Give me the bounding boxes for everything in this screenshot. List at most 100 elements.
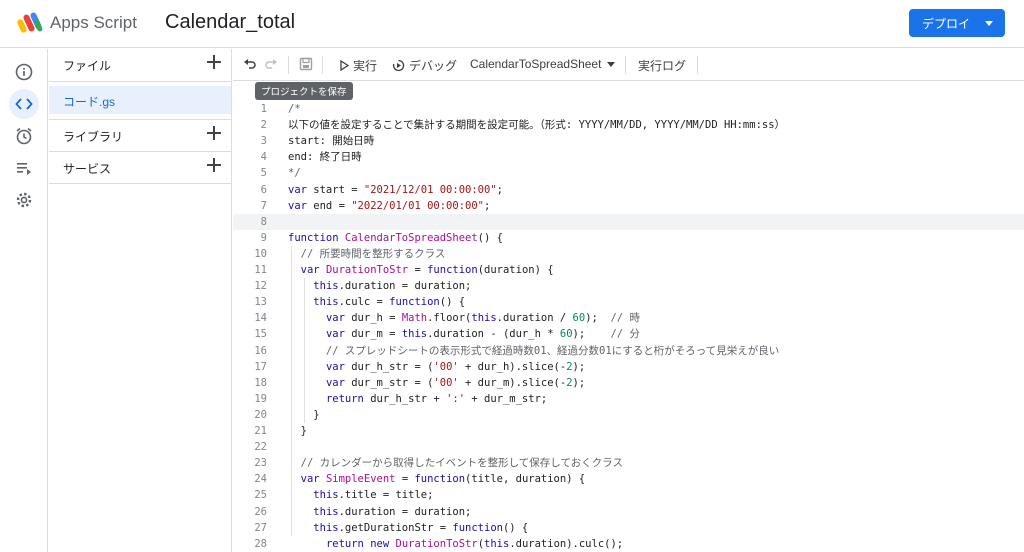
redo-icon[interactable] <box>264 57 278 71</box>
code-line[interactable]: 26 this.duration = duration; <box>233 504 1024 520</box>
line-number: 24 <box>254 473 267 486</box>
line-number: 1 <box>260 103 267 115</box>
code-line[interactable]: 3 start: 開始日時 <box>233 133 1024 149</box>
files-label: ファイル <box>63 59 112 73</box>
line-number: 15 <box>254 328 267 341</box>
code-line[interactable]: 18 var dur_m_str = ('00' + dur_m).slice(… <box>233 375 1024 391</box>
line-number: 11 <box>254 264 267 276</box>
debug-icon <box>392 59 405 72</box>
debug-label: デバッグ <box>409 59 458 73</box>
undo-icon[interactable] <box>243 57 257 71</box>
debug-button[interactable]: デバッグ <box>392 57 457 74</box>
code-line[interactable]: 10 // 所要時間を整形するクラス <box>233 246 1024 262</box>
line-number: 21 <box>254 425 267 437</box>
code-line[interactable]: 2 以下の値を設定することで集計する期間を設定可能。（形式: YYYY/MM/DD… <box>233 117 1024 133</box>
line-number: 22 <box>254 441 267 454</box>
line-text: */ <box>288 167 301 180</box>
line-text: this.culc = function() { <box>313 296 466 309</box>
line-number: 3 <box>260 135 267 148</box>
line-number: 4 <box>260 151 267 164</box>
code-line[interactable]: 4 end: 終了日時 <box>233 149 1024 165</box>
files-panel: ファイル コード.gs ライブラリ サービス <box>49 49 232 552</box>
line-text: var dur_m_str = ('00' + dur_m).slice(-2)… <box>325 376 586 389</box>
toolbar-separator <box>697 56 698 74</box>
line-text: this.title = title; <box>313 489 434 502</box>
divider <box>49 81 231 82</box>
code-line[interactable]: 9 function CalendarToSpreadSheet() { <box>233 230 1024 246</box>
run-button[interactable]: 実行 <box>339 57 377 74</box>
line-text: this.duration = duration; <box>313 505 472 518</box>
line-number: 19 <box>254 392 267 405</box>
settings-gear-icon[interactable] <box>9 185 39 215</box>
app-name[interactable]: Apps Script <box>50 13 137 33</box>
line-text: var dur_h = Math.floor(this.duration / 6… <box>325 312 640 325</box>
line-text: // 所要時間を整形するクラス <box>288 247 446 260</box>
line-text: end: 終了日時 <box>288 151 362 164</box>
code-line[interactable]: 21 } <box>233 423 1024 439</box>
function-select[interactable]: CalendarToSpreadSheet <box>470 57 616 71</box>
toolbar-separator <box>288 56 289 74</box>
line-text: this.getDurationStr = function() { <box>313 521 529 534</box>
code-line[interactable]: 11 var DurationToStr = function(duration… <box>233 262 1024 278</box>
file-item-code-gs[interactable]: コード.gs <box>49 86 231 114</box>
line-text: var dur_h_str = ('00' + dur_h).slice(-2)… <box>325 360 586 373</box>
triggers-alarm-icon[interactable] <box>9 121 39 151</box>
line-number: 25 <box>254 489 267 502</box>
code-line[interactable]: 23 // カレンダーから取得したイベントを整形して保存しておくクラス <box>233 455 1024 471</box>
code-line[interactable]: 12 this.duration = duration; <box>233 278 1024 294</box>
function-name: CalendarToSpreadSheet <box>470 57 602 71</box>
app-header: Apps Script Calendar_total デプロイ <box>0 0 1024 48</box>
code-line[interactable]: 25 this.title = title; <box>233 487 1024 503</box>
line-text: var SimpleEvent = function(title, durati… <box>300 473 586 486</box>
executions-list-icon[interactable] <box>9 153 39 183</box>
code-line[interactable]: 16 // スプレッドシートの表示形式で経過時数01、経過分数01にすると桁がそ… <box>233 343 1024 359</box>
code-line[interactable]: 6 var start = "2021/12/01 00:00:00"; <box>233 182 1024 198</box>
overview-info-icon[interactable] <box>9 57 39 87</box>
code-line[interactable]: 28 return new DurationToStr(this.duratio… <box>233 536 1024 552</box>
indent-guide <box>291 245 292 536</box>
line-number: 23 <box>254 457 267 470</box>
line-number: 28 <box>254 537 267 550</box>
line-number: 14 <box>254 312 267 325</box>
code-line[interactable]: 13 this.culc = function() { <box>233 294 1024 310</box>
line-text: // カレンダーから取得したイベントを整形して保存しておくクラス <box>288 457 623 470</box>
line-text: return dur_h_str + ':' + dur_m_str; <box>325 392 548 405</box>
deploy-button[interactable]: デプロイ <box>909 9 1005 37</box>
project-title[interactable]: Calendar_total <box>165 11 295 34</box>
line-number: 17 <box>254 360 267 373</box>
save-icon[interactable] <box>299 57 313 71</box>
code-line[interactable]: 8 <box>233 213 1024 230</box>
add-service-icon[interactable] <box>207 158 221 172</box>
line-number: 9 <box>260 231 267 244</box>
code-line[interactable]: 14 var dur_h = Math.floor(this.duration … <box>233 310 1024 326</box>
line-number: 20 <box>254 408 267 421</box>
line-text: var dur_m = this.duration - (dur_h * 60)… <box>325 328 640 341</box>
line-text: function CalendarToSpreadSheet() { <box>288 231 503 244</box>
code-line[interactable]: 27 this.getDurationStr = function() { <box>233 520 1024 536</box>
line-text: var end = "2022/01/01 00:00:00"; <box>288 199 491 212</box>
code-line[interactable]: 20 } <box>233 407 1024 423</box>
play-icon <box>340 60 349 71</box>
line-number: 16 <box>254 344 267 357</box>
line-number: 18 <box>254 376 267 389</box>
code-line[interactable]: 19 return dur_h_str + ':' + dur_m_str; <box>233 391 1024 407</box>
editor-code-icon[interactable] <box>9 89 39 119</box>
code-line[interactable]: 7 var end = "2022/01/01 00:00:00"; <box>233 198 1024 214</box>
code-line[interactable]: 24 var SimpleEvent = function(title, dur… <box>233 471 1024 487</box>
line-number: 27 <box>254 521 267 534</box>
add-file-icon[interactable] <box>207 55 221 69</box>
code-line[interactable]: 15 var dur_m = this.duration - (dur_h * … <box>233 326 1024 342</box>
line-text: start: 開始日時 <box>288 135 375 148</box>
line-text: var start = "2021/12/01 00:00:00"; <box>288 183 503 196</box>
add-library-icon[interactable] <box>207 126 221 140</box>
libraries-label: ライブラリ <box>63 130 124 144</box>
apps-script-logo[interactable] <box>16 10 44 36</box>
chevron-down-icon <box>607 61 616 67</box>
code-editor[interactable]: 1 /* 2 以下の値を設定することで集計する期間を設定可能。（形式: YYYY/MM… <box>233 82 1024 552</box>
code-line[interactable]: 5 */ <box>233 165 1024 181</box>
code-line[interactable]: 17 var dur_h_str = ('00' + dur_h).slice(… <box>233 359 1024 375</box>
code-line[interactable]: 1 /* <box>233 101 1024 117</box>
execution-log-button[interactable]: 実行ログ <box>638 57 686 74</box>
code-line[interactable]: 22 <box>233 439 1024 455</box>
divider <box>49 183 231 184</box>
